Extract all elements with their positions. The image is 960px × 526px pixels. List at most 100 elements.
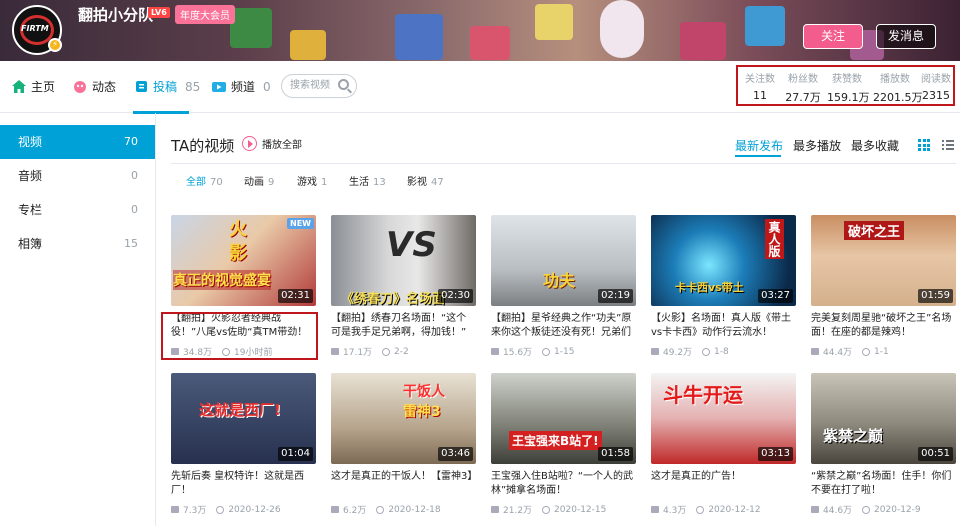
video-meta: 7.3万 2020-12-26 — [171, 503, 316, 516]
content-sidebar: 视频 70 音频 0 专栏 0 相簿 15 — [0, 125, 155, 261]
video-card[interactable]: 真人版 卡卡西vs带土 03:27 【火影】名场面！真人版《带土vs卡卡西》动作… — [651, 215, 796, 358]
video-thumbnail[interactable]: 干饭人 雷神3 03:46 — [331, 373, 476, 464]
play-count-icon — [491, 506, 499, 513]
video-card[interactable]: 王宝强来B站了! 01:58 王宝强入住B站啦？“一个人的武林”摊拿名场面！ 2… — [491, 373, 636, 516]
stat-likes-value: 159.1万 — [827, 91, 870, 104]
video-card[interactable]: 紫禁之巅 00:51 “紫禁之巅”名场面！住手！你们不要在打了啦！ 44.6万 … — [811, 373, 956, 516]
video-title[interactable]: “紫禁之巅”名场面！住手！你们不要在打了啦！ — [811, 470, 956, 498]
stat-plays-value: 2201.5万 — [873, 91, 923, 104]
sort-most-played[interactable]: 最多播放 — [793, 137, 841, 154]
play-count-icon — [811, 506, 819, 513]
video-meta: 17.1万 2-2 — [331, 345, 476, 358]
grid-view-icon[interactable] — [918, 139, 930, 151]
play-all-label: 播放全部 — [262, 140, 302, 151]
play-icon — [242, 136, 257, 151]
user-stats-box: 关注数 11 粉丝数 27.7万 获赞数 159.1万 播放数 2201.5万 … — [736, 65, 955, 106]
video-title[interactable]: 王宝强入住B站啦？“一个人的武林”摊拿名场面！ — [491, 470, 636, 498]
video-duration: 03:13 — [758, 447, 793, 461]
search-placeholder: 搜索视频 — [290, 80, 330, 91]
video-thumbnail[interactable]: VS 《绣春刀》名场面 02:30 — [331, 215, 476, 306]
sort-latest[interactable]: 最新发布 — [735, 137, 783, 154]
play-all-button[interactable]: 播放全部 — [242, 136, 302, 151]
video-title[interactable]: 【火影】名场面！真人版《带土vs卡卡西》动作行云流水！ — [651, 312, 796, 340]
play-count-icon — [811, 348, 819, 355]
video-views: 49.2万 — [663, 348, 693, 358]
video-thumbnail[interactable]: 斗牛开运 03:13 — [651, 373, 796, 464]
video-meta: 6.2万 2020-12-18 — [331, 503, 476, 516]
stat-following-label: 关注数 — [745, 74, 775, 85]
filter-animation[interactable]: 动画 9 — [244, 173, 274, 188]
filter-count: 13 — [373, 177, 386, 188]
profile-banner: FIRTM ⚡ 翻拍小分队 LV6 年度大会员 关注 发消息 — [0, 0, 960, 61]
video-thumbnail[interactable]: 真人版 卡卡西vs带土 03:27 — [651, 215, 796, 306]
filter-games[interactable]: 游戏 1 — [297, 173, 327, 188]
video-thumbnail[interactable]: 火 影 真正的视觉盛宴 NEW 02:31 — [171, 215, 316, 306]
sidebar-item-label: 相簿 — [18, 237, 43, 251]
video-card[interactable]: VS 《绣春刀》名场面 02:30 【翻拍】绣春刀名场面！“这个可是我手足兄弟啊… — [331, 215, 476, 358]
sidebar-item-video[interactable]: 视频 70 — [0, 125, 155, 159]
avatar-logo-text: FIRTM — [21, 24, 49, 33]
home-icon — [12, 80, 26, 93]
tab-uploads[interactable]: 投稿 85 — [135, 78, 200, 95]
tab-home-label: 主页 — [31, 80, 56, 94]
video-meta: 49.2万 1-8 — [651, 345, 796, 358]
video-title[interactable]: 这才是真正的广告！ — [651, 470, 796, 498]
video-card[interactable]: 这就是西厂! 01:04 先斩后奏 皇权特许！这就是西厂！ 7.3万 2020-… — [171, 373, 316, 516]
video-title[interactable]: 【翻拍】绣春刀名场面！“这个可是我手足兄弟啊，得加钱！” — [331, 312, 476, 340]
sidebar-item-audio[interactable]: 音频 0 — [0, 159, 155, 193]
level-badge: LV6 — [148, 7, 170, 18]
thumb-overlay-text: 影 — [229, 243, 247, 264]
sort-most-favorited[interactable]: 最多收藏 — [851, 137, 899, 154]
thumb-overlay-text: VS — [386, 225, 437, 265]
thumb-overlay-text: 雷神3 — [403, 404, 441, 420]
filter-film[interactable]: 影视 47 — [407, 173, 444, 188]
video-views: 44.6万 — [823, 506, 853, 516]
stat-following[interactable]: 关注数 11 — [743, 70, 777, 102]
tab-channels[interactable]: 频道 0 — [212, 78, 271, 95]
video-card[interactable]: 干饭人 雷神3 03:46 这才是真正的干饭人！【雷神3】 6.2万 2020-… — [331, 373, 476, 516]
video-card[interactable]: 斗牛开运 03:13 这才是真正的广告！ 4.3万 2020-12-12 — [651, 373, 796, 516]
video-card[interactable]: 功夫 02:19 【翻拍】星爷经典之作“功夫”原来你这个叛徒还没有死！兄弟们砍 … — [491, 215, 636, 358]
tab-dynamic[interactable]: 动态 — [73, 78, 116, 95]
search-input[interactable]: 搜索视频 — [281, 74, 357, 98]
stat-likes-label: 获赞数 — [832, 74, 862, 85]
clock-icon — [862, 505, 871, 514]
sidebar-item-label: 视频 — [18, 135, 43, 149]
video-thumbnail[interactable]: 功夫 02:19 — [491, 215, 636, 306]
video-date: 2020-12-15 — [554, 504, 607, 515]
filter-count: 1 — [321, 177, 328, 188]
thumb-overlay-text: 王宝强来B站了! — [509, 431, 602, 450]
video-thumbnail[interactable]: 紫禁之巅 00:51 — [811, 373, 956, 464]
follow-button[interactable]: 关注 — [803, 24, 863, 49]
filter-all[interactable]: 全部 70 — [186, 173, 223, 188]
video-views: 17.1万 — [343, 348, 373, 358]
video-date: 2020-12-26 — [228, 504, 281, 515]
sidebar-item-count: 70 — [124, 135, 138, 148]
video-title[interactable]: 这才是真正的干饭人！【雷神3】 — [331, 470, 476, 498]
video-thumbnail[interactable]: 这就是西厂! 01:04 — [171, 373, 316, 464]
message-button[interactable]: 发消息 — [876, 24, 936, 49]
tab-home[interactable]: 主页 — [12, 78, 55, 95]
video-duration: 01:59 — [918, 289, 953, 303]
list-view-icon[interactable] — [942, 139, 954, 151]
video-thumbnail[interactable]: 破坏之王 01:59 — [811, 215, 956, 306]
verified-icon: ⚡ — [48, 38, 62, 52]
filter-life[interactable]: 生活 13 — [349, 173, 386, 188]
stat-likes: 获赞数 159.1万 — [827, 70, 870, 105]
video-thumbnail[interactable]: 王宝强来B站了! 01:58 — [491, 373, 636, 464]
video-views: 44.4万 — [823, 348, 853, 358]
clock-icon — [216, 505, 225, 514]
search-icon[interactable] — [338, 79, 349, 90]
video-title[interactable]: 【翻拍】星爷经典之作“功夫”原来你这个叛徒还没有死！兄弟们砍 — [491, 312, 636, 340]
video-duration: 02:19 — [598, 289, 633, 303]
video-card[interactable]: 破坏之王 01:59 完美复刻周星驰“破坏之王”名场面！在座的都是辣鸡！ 44.… — [811, 215, 956, 358]
stat-followers[interactable]: 粉丝数 27.7万 — [785, 70, 821, 105]
video-title[interactable]: 先斩后奏 皇权特许！这就是西厂！ — [171, 470, 316, 498]
sidebar-item-articles[interactable]: 专栏 0 — [0, 193, 155, 227]
stat-followers-label: 粉丝数 — [788, 74, 818, 85]
vip-badge[interactable]: 年度大会员 — [175, 5, 235, 24]
sidebar-item-label: 音频 — [18, 169, 43, 183]
filter-label: 影视 — [407, 177, 427, 188]
video-title[interactable]: 完美复刻周星驰“破坏之王”名场面！在座的都是辣鸡！ — [811, 312, 956, 340]
sidebar-item-albums[interactable]: 相簿 15 — [0, 227, 155, 261]
